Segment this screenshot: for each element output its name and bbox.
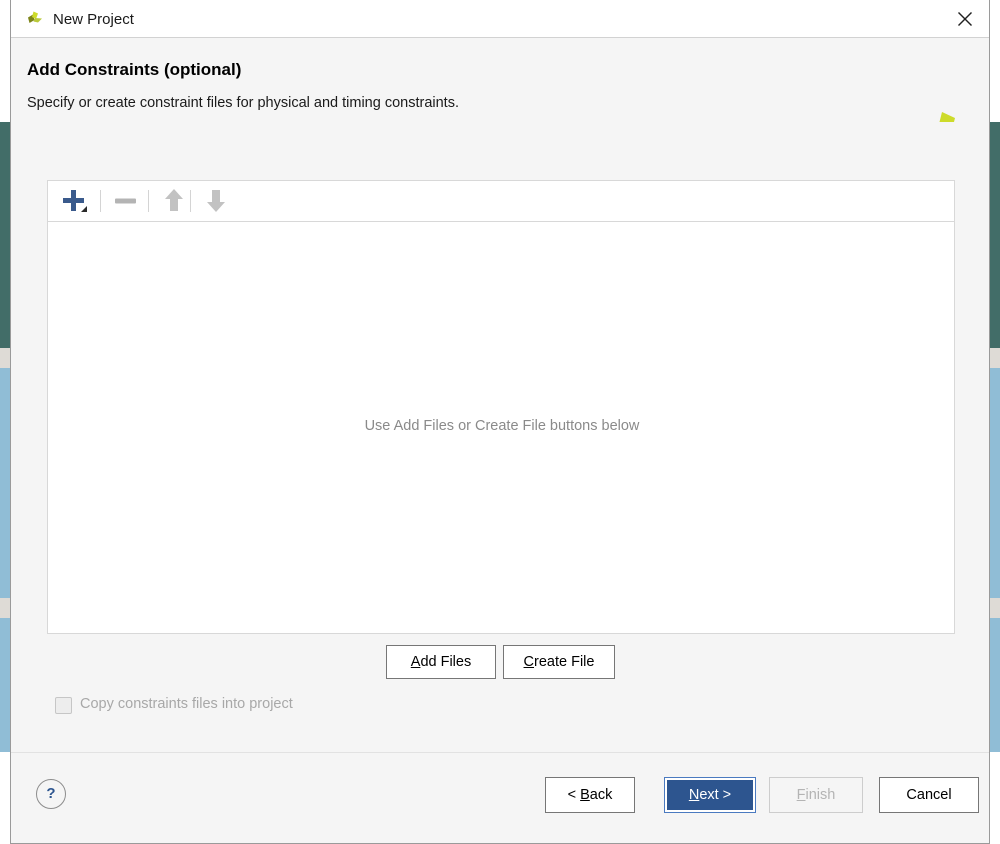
add-files-label: dd Files: [420, 654, 472, 670]
toolbar-separator-3: [190, 190, 191, 212]
move-up-button[interactable]: [154, 181, 194, 221]
dialog-header: Add Constraints (optional) Specify or cr…: [11, 38, 989, 144]
dialog-footer: ? < Back Next > Finish Cancel: [11, 752, 989, 843]
copy-constraints-checkbox[interactable]: [55, 697, 72, 714]
page-subtitle: Specify or create constraint files for p…: [27, 95, 459, 111]
constraints-file-list[interactable]: Use Add Files or Create File buttons bel…: [47, 222, 955, 634]
next-button[interactable]: Next >: [664, 777, 756, 813]
dialog-title: New Project: [53, 11, 134, 28]
back-mnemonic: B: [580, 787, 590, 803]
toolbar-separator-1: [100, 190, 101, 212]
next-mnemonic: N: [688, 787, 700, 803]
next-label: ext >: [699, 787, 732, 803]
add-sources-button[interactable]: [54, 181, 94, 221]
finish-label: inish: [805, 787, 836, 803]
create-file-label: reate File: [534, 654, 595, 670]
back-label: ack: [589, 787, 613, 803]
empty-list-message: Use Add Files or Create File buttons bel…: [364, 418, 640, 434]
toolbar-separator-2: [148, 190, 149, 212]
finish-button: Finish: [769, 777, 863, 813]
create-file-mnemonic: C: [523, 654, 535, 670]
add-files-button[interactable]: Add Files: [386, 645, 496, 679]
back-button[interactable]: < Back: [545, 777, 635, 813]
vivado-logo-icon: [25, 9, 45, 29]
dialog-title-bar: New Project: [11, 0, 989, 38]
new-project-dialog: New Project Add Constraints (optional) S…: [10, 0, 990, 844]
finish-mnemonic: F: [796, 787, 806, 803]
close-icon[interactable]: [943, 0, 989, 37]
page-title: Add Constraints (optional): [27, 60, 242, 79]
help-button[interactable]: ?: [36, 779, 66, 809]
chevron-down-icon: [81, 206, 87, 212]
remove-source-button[interactable]: [106, 181, 146, 221]
create-file-button[interactable]: Create File: [503, 645, 615, 679]
constraints-toolbar: [47, 180, 955, 222]
dialog-body: Use Add Files or Create File buttons bel…: [11, 122, 989, 752]
copy-constraints-label: Copy constraints files into project: [80, 696, 293, 712]
back-prefix: <: [567, 787, 581, 803]
add-files-mnemonic: A: [410, 654, 421, 670]
cancel-button[interactable]: Cancel: [879, 777, 979, 813]
move-down-button[interactable]: [196, 181, 236, 221]
